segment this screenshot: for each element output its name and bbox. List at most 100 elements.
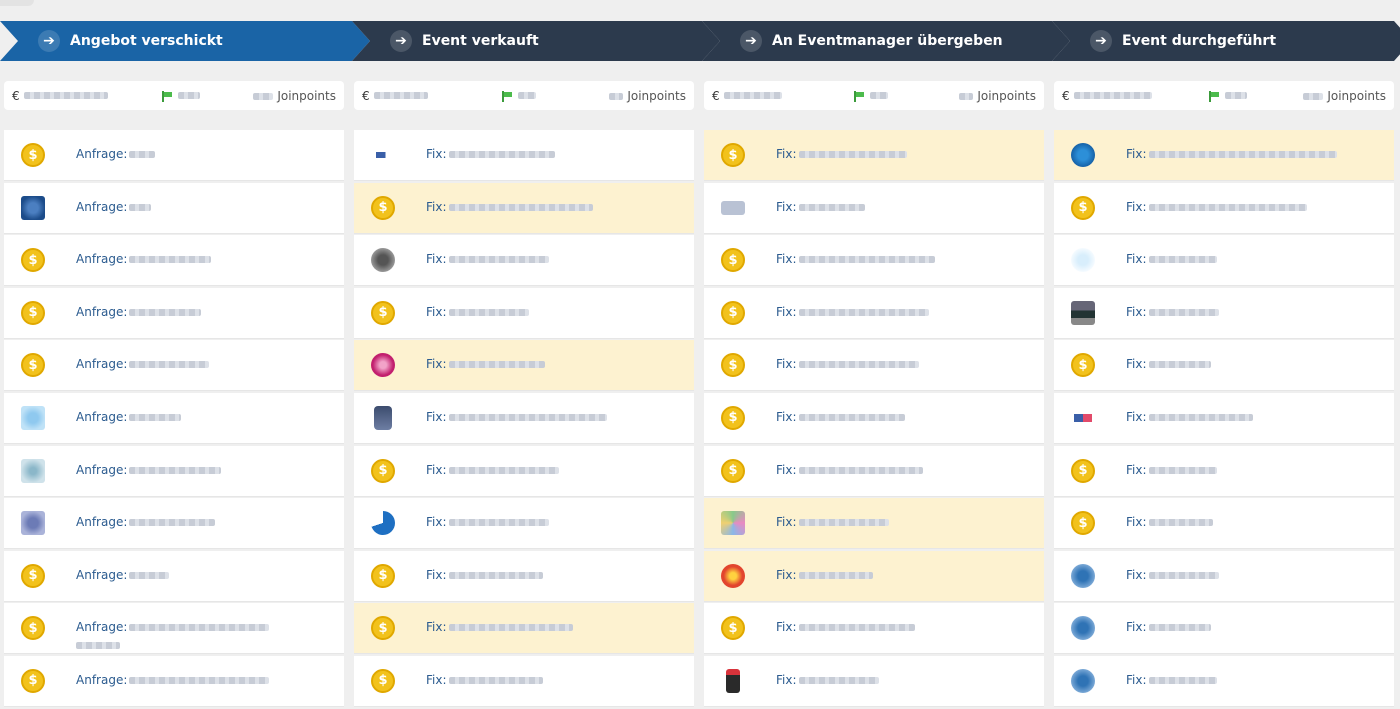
deal-card[interactable]: Fix: <box>1054 287 1394 339</box>
deal-card[interactable]: Fix: <box>354 392 694 444</box>
flag-icon <box>1208 90 1221 102</box>
deal-card[interactable]: Anfrage: <box>4 445 344 497</box>
stage-an-eventmanager-uebergeben[interactable]: ➔ An Eventmanager übergeben <box>702 21 1070 61</box>
deal-card[interactable]: $ Fix: <box>704 130 1044 181</box>
card-title-redacted <box>129 413 182 421</box>
card-title-redacted <box>798 256 935 264</box>
company-logo-icon <box>1071 300 1095 325</box>
coin-icon: $ <box>721 143 745 167</box>
company-logo-icon <box>371 511 395 536</box>
card-prefix: Fix: <box>1126 409 1147 424</box>
deal-card[interactable]: $ Fix: <box>354 287 694 339</box>
company-logo-icon <box>21 458 45 483</box>
card-prefix: Anfrage: <box>76 462 128 477</box>
card-title-redacted <box>1148 624 1211 632</box>
joinpoints-label: Joinpoints <box>277 88 336 103</box>
deal-card[interactable]: $ Anfrage: <box>4 235 344 287</box>
deal-card[interactable]: $ Fix: <box>704 340 1044 392</box>
deal-card[interactable]: $ Fix: <box>704 445 1044 497</box>
deal-card[interactable]: Fix: <box>354 498 694 550</box>
count-redacted <box>517 92 536 99</box>
company-logo-icon <box>721 511 745 536</box>
card-prefix: Fix: <box>776 462 797 477</box>
deal-card[interactable]: $ Anfrage: <box>4 603 344 655</box>
coin-icon: $ <box>21 668 45 693</box>
deal-card[interactable]: $ Fix: <box>1054 498 1394 550</box>
card-prefix: Fix: <box>426 199 447 214</box>
deal-card[interactable]: Fix: <box>704 498 1044 550</box>
points-redacted <box>959 92 974 100</box>
company-logo-icon <box>1071 248 1095 273</box>
currency-symbol: € <box>1062 88 1070 103</box>
card-title-redacted <box>129 466 222 474</box>
deal-card[interactable]: Anfrage: <box>4 392 344 444</box>
deal-card[interactable]: Fix: <box>1054 603 1394 655</box>
deal-card[interactable]: Fix: <box>704 550 1044 602</box>
top-tab-stub <box>0 0 34 6</box>
deal-card[interactable]: Fix: <box>1054 130 1394 181</box>
card-prefix: Fix: <box>776 304 797 319</box>
card-prefix: Fix: <box>426 567 447 582</box>
card-title-redacted <box>798 624 915 632</box>
deal-card[interactable]: $ Fix: <box>1054 182 1394 234</box>
company-logo-icon <box>1071 143 1095 167</box>
card-prefix: Fix: <box>1126 304 1147 319</box>
deal-card[interactable]: Anfrage: <box>4 498 344 550</box>
card-prefix: Anfrage: <box>76 409 128 424</box>
deal-card[interactable]: $ Anfrage: <box>4 550 344 602</box>
coin-icon: $ <box>371 668 395 693</box>
company-logo-icon <box>1071 563 1095 588</box>
deal-card[interactable]: $ Fix: <box>354 550 694 602</box>
deal-card[interactable]: Fix: <box>1054 235 1394 287</box>
coin-icon: $ <box>371 458 395 483</box>
company-logo-icon <box>1074 413 1092 422</box>
stage-event-verkauft[interactable]: ➔ Event verkauft <box>352 21 720 61</box>
deal-card[interactable]: Fix: <box>1054 392 1394 444</box>
deal-card[interactable]: $ Anfrage: <box>4 655 344 707</box>
deal-card[interactable]: Fix: <box>354 340 694 392</box>
deal-card[interactable]: $ Anfrage: <box>4 287 344 339</box>
deal-card[interactable]: Anfrage: <box>4 182 344 234</box>
stage-label: Event verkauft <box>422 33 539 49</box>
card-title-redacted <box>129 519 216 527</box>
deal-card[interactable]: $ Fix: <box>354 603 694 655</box>
card-prefix: Fix: <box>1126 199 1147 214</box>
deal-card[interactable]: $ Fix: <box>1054 445 1394 497</box>
pipeline-stages: ➔ Angebot verschickt ➔ Event verkauft ➔ … <box>0 21 1400 61</box>
card-title-redacted <box>798 676 879 684</box>
deal-card[interactable]: Fix: <box>354 130 694 181</box>
stage-angebot-verschickt[interactable]: ➔ Angebot verschickt <box>0 21 370 61</box>
deal-card[interactable]: $ Fix: <box>354 655 694 707</box>
deal-card[interactable]: $ Fix: <box>1054 340 1394 392</box>
deal-card[interactable]: $ Fix: <box>704 235 1044 287</box>
deal-card[interactable]: $ Fix: <box>354 182 694 234</box>
joinpoints-label: Joinpoints <box>627 88 686 103</box>
flag-icon <box>853 90 866 102</box>
deal-card[interactable]: $ Anfrage: <box>4 130 344 181</box>
deal-card[interactable]: Fix: <box>354 235 694 287</box>
card-title-redacted <box>448 624 573 632</box>
card-title-redacted <box>1148 256 1217 264</box>
deal-card[interactable]: Fix: <box>1054 655 1394 707</box>
card-prefix: Anfrage: <box>76 620 128 635</box>
deal-card[interactable]: $ Anfrage: <box>4 340 344 392</box>
company-logo-icon <box>1071 616 1095 641</box>
flag-icon <box>501 90 514 102</box>
deal-card[interactable]: $ Fix: <box>354 445 694 497</box>
deal-card[interactable]: Fix: <box>704 182 1044 234</box>
deal-card[interactable]: Fix: <box>1054 550 1394 602</box>
card-title-redacted <box>448 308 529 316</box>
deal-card[interactable]: $ Fix: <box>704 287 1044 339</box>
deal-card[interactable]: $ Fix: <box>704 392 1044 444</box>
deal-card[interactable]: $ Fix: <box>704 603 1044 655</box>
card-prefix: Fix: <box>1126 567 1147 582</box>
card-title-redacted <box>448 519 549 527</box>
card-prefix: Fix: <box>776 409 797 424</box>
card-prefix: Anfrage: <box>76 147 128 161</box>
deal-card[interactable]: Fix: <box>704 655 1044 707</box>
stage-event-durchgefuehrt[interactable]: ➔ Event durchgeführt <box>1052 21 1400 61</box>
card-prefix: Fix: <box>1126 672 1147 687</box>
company-logo-icon <box>371 248 395 273</box>
currency-symbol: € <box>712 88 720 103</box>
arrow-right-icon: ➔ <box>38 30 60 52</box>
